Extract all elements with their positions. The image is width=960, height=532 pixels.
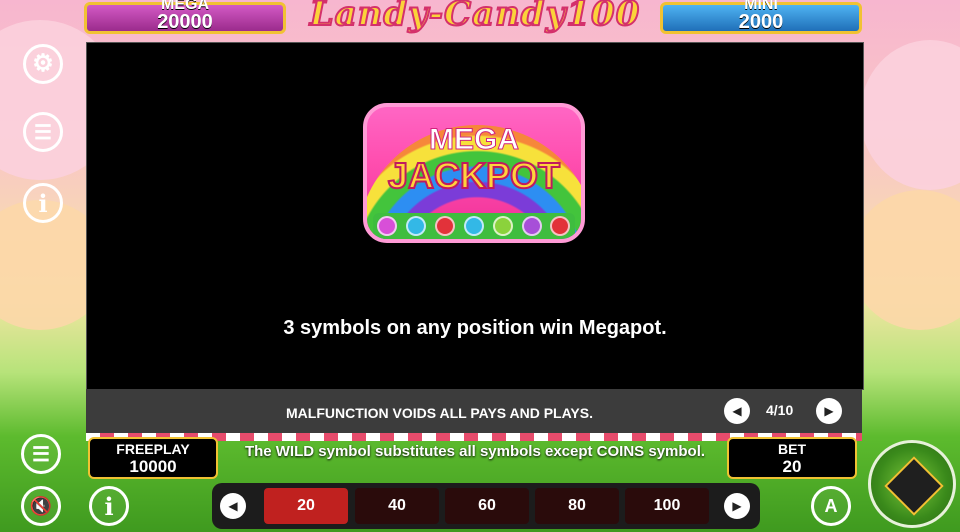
bet-display: BET 20: [727, 437, 857, 479]
info-button[interactable]: i: [23, 183, 63, 223]
help-description: 3 symbols on any position win Megapot.: [283, 317, 667, 339]
spin-button[interactable]: [868, 440, 956, 528]
mega-jackpot-value: 20000: [157, 11, 213, 33]
candy-dot: [521, 216, 542, 236]
chevron-left-icon: ◀: [732, 404, 742, 418]
logo-mega-text: MEGA: [429, 123, 520, 157]
mega-jackpot-display: MEGA 20000: [84, 0, 286, 34]
chevron-right-icon: ▶: [732, 499, 742, 513]
bet-selector: ◀ 20 40 60 80 100 ▶: [212, 483, 760, 529]
chevron-left-icon: ◀: [228, 499, 238, 513]
paytable-button[interactable]: ☰: [23, 112, 63, 152]
logo-jackpot-text: JACKPOT: [387, 154, 561, 197]
bet-option[interactable]: 100: [625, 488, 709, 524]
candy-dot: [406, 216, 427, 236]
prev-page-button[interactable]: ◀: [724, 398, 750, 424]
freeplay-display: FREEPLAY 10000: [88, 437, 218, 479]
bet-option[interactable]: 80: [535, 488, 619, 524]
disclaimer-text: MALFUNCTION VOIDS ALL PAYS AND PLAYS.: [286, 405, 593, 421]
info-icon: i: [38, 188, 48, 218]
candy-dot: [435, 216, 456, 236]
spin-icon: [884, 456, 944, 516]
candy-dot: [463, 216, 484, 236]
wild-message: The WILD symbol substitutes all symbols …: [244, 443, 706, 460]
bet-option[interactable]: 60: [445, 488, 529, 524]
candy-dots: [373, 213, 575, 239]
bet-option[interactable]: 40: [355, 488, 439, 524]
menu-button[interactable]: ☰: [21, 434, 61, 474]
candy-dot: [550, 216, 571, 236]
freeplay-value: 10000: [129, 457, 177, 476]
autoplay-label: A: [824, 495, 838, 516]
info-icon: i: [104, 491, 114, 521]
bet-value: 20: [782, 457, 802, 476]
cloud: [860, 40, 960, 190]
help-panel: MEGA JACKPOT 3 symbols on any position w…: [86, 42, 864, 390]
autoplay-button[interactable]: A: [811, 486, 851, 526]
bet-label: BET: [778, 441, 806, 457]
settings-button[interactable]: ⚙: [23, 44, 63, 84]
bet-option[interactable]: 20: [264, 488, 348, 524]
freeplay-label: FREEPLAY: [116, 441, 190, 457]
mini-jackpot-value: 2000: [738, 11, 784, 33]
gear-icon: ⚙: [32, 50, 54, 77]
next-page-button[interactable]: ▶: [816, 398, 842, 424]
mini-jackpot-display: MINI 2000: [660, 0, 862, 34]
cloud: [850, 190, 960, 330]
hamburger-icon: ☰: [32, 443, 50, 466]
speaker-muted-icon: 🔇: [29, 495, 53, 516]
candy-dot: [377, 216, 398, 236]
info-button-bottom[interactable]: i: [89, 486, 129, 526]
candy-dot: [492, 216, 513, 236]
game-title: Landy-Candy100: [309, 0, 641, 35]
bet-next-button[interactable]: ▶: [724, 493, 750, 519]
mega-jackpot-logo: MEGA JACKPOT: [363, 103, 585, 243]
chevron-right-icon: ▶: [824, 404, 834, 418]
bet-prev-button[interactable]: ◀: [220, 493, 246, 519]
help-footer: MALFUNCTION VOIDS ALL PAYS AND PLAYS. ◀ …: [86, 389, 862, 433]
page-indicator: 4/10: [766, 402, 794, 418]
sound-toggle-button[interactable]: 🔇: [21, 486, 61, 526]
coins-icon: ☰: [34, 121, 52, 144]
